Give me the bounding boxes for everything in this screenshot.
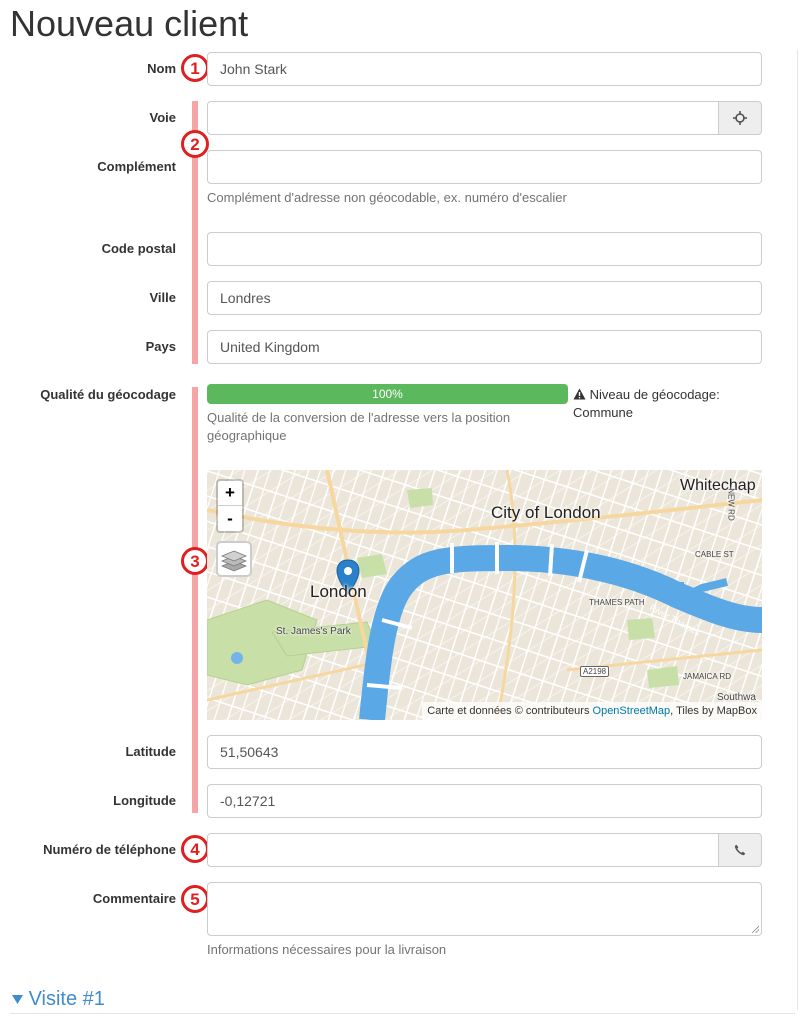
- layers-icon: [221, 550, 247, 572]
- annotation-badge-5: 5: [181, 885, 209, 913]
- annotation-badge-1: 1: [181, 54, 209, 82]
- triangle-down-icon: [12, 995, 23, 1004]
- map-label-new-rd: NEW RD: [726, 488, 736, 521]
- nom-input[interactable]: John Stark: [207, 52, 762, 86]
- openstreetmap-link[interactable]: OpenStreetMap: [593, 705, 671, 717]
- crosshair-icon: [733, 111, 747, 125]
- map-label-a2198: A2198: [580, 666, 610, 677]
- map-label-jamaica-rd: JAMAICA RD: [683, 672, 732, 681]
- zoom-in-button[interactable]: +: [218, 481, 242, 506]
- page-divider: [797, 50, 798, 1010]
- telephone-label: Numéro de téléphone: [43, 842, 176, 857]
- visite-divider: [10, 1013, 795, 1014]
- voie-input[interactable]: [207, 101, 719, 135]
- latitude-input[interactable]: 51,50643: [207, 735, 762, 769]
- geocoding-help: Qualité de la conversion de l'adresse ve…: [207, 410, 511, 443]
- map-label-whitechapel: Whitechap: [680, 477, 756, 494]
- geocoding-progress-bar: 100%: [207, 384, 568, 404]
- ville-label: Ville: [149, 290, 176, 305]
- longitude-input[interactable]: -0,12721: [207, 784, 762, 818]
- map-label-city-of-london: City of London: [491, 503, 601, 522]
- ville-input[interactable]: Londres: [207, 281, 762, 315]
- pays-label: Pays: [145, 339, 176, 354]
- annotation-badge-3: 3: [181, 547, 209, 575]
- complement-label: Complément: [97, 159, 176, 174]
- complement-input[interactable]: [207, 150, 762, 184]
- map-label-st-james: St. James's Park: [276, 626, 351, 637]
- phone-icon: [734, 844, 746, 856]
- code-postal-label: Code postal: [101, 241, 176, 256]
- visite-toggle[interactable]: Visite #1: [12, 986, 105, 1012]
- visite-label: Visite #1: [28, 988, 105, 1010]
- geocoding-progress: 100%: [207, 384, 568, 404]
- geolocate-button[interactable]: [718, 101, 762, 135]
- annotation-badge-4: 4: [181, 835, 209, 863]
- geocoding-group-bracket: [192, 387, 198, 813]
- phone-button[interactable]: [718, 833, 762, 867]
- geocoding-level-text: Niveau de géocodage: Commune: [573, 387, 720, 420]
- commentaire-textarea[interactable]: [207, 882, 762, 936]
- layers-button[interactable]: [216, 541, 252, 577]
- geocoding-level: Niveau de géocodage: Commune: [573, 386, 773, 422]
- voie-label: Voie: [149, 110, 177, 125]
- geocoding-quality-label: Qualité du géocodage: [40, 387, 176, 402]
- telephone-input[interactable]: [207, 833, 719, 867]
- commentaire-label: Commentaire: [92, 891, 176, 906]
- latitude-label: Latitude: [125, 744, 176, 759]
- nom-label: Nom: [147, 61, 176, 76]
- map-attribution: Carte et données © contributeurs OpenStr…: [422, 702, 762, 720]
- map-tiles: [207, 470, 762, 720]
- map[interactable]: City of London London Whitechap St. Jame…: [207, 470, 762, 720]
- zoom-control: + -: [216, 479, 244, 533]
- complement-help: Complément d'adresse non géocodable, ex.…: [207, 190, 567, 205]
- commentaire-help: Informations nécessaires pour la livrais…: [207, 942, 447, 957]
- longitude-label: Longitude: [113, 793, 176, 808]
- map-label-cable-st: CABLE ST: [695, 550, 734, 559]
- map-label-thames-path: THAMES PATH: [589, 598, 645, 607]
- warning-icon: [573, 388, 586, 400]
- zoom-out-button[interactable]: -: [218, 506, 242, 531]
- annotation-badge-2: 2: [181, 130, 209, 158]
- pays-input[interactable]: United Kingdom: [207, 330, 762, 364]
- resize-grip-icon[interactable]: [751, 925, 759, 933]
- code-postal-input[interactable]: [207, 232, 762, 266]
- page-title: Nouveau client: [10, 3, 249, 44]
- map-label-london: London: [310, 582, 367, 601]
